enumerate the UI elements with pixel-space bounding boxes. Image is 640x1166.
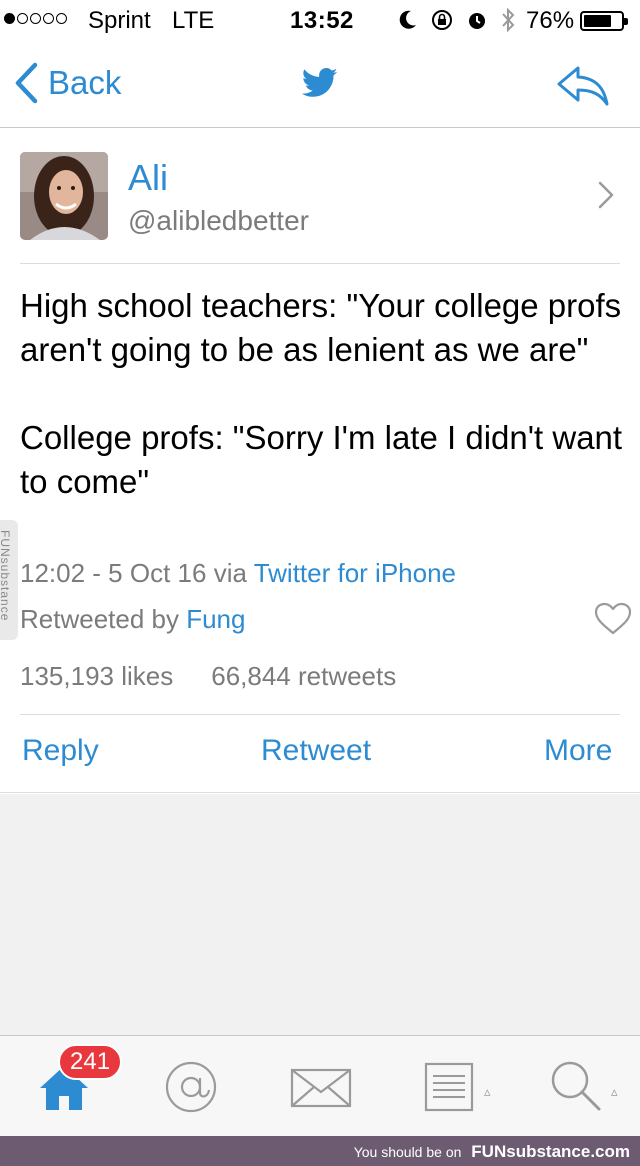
navigation-bar: Back: [0, 40, 640, 128]
tab-mentions[interactable]: [164, 1060, 218, 1119]
footer-brand: FUNsubstance.com: [471, 1142, 630, 1161]
footer-label: You should be on: [353, 1144, 462, 1160]
avatar[interactable]: [20, 152, 108, 240]
like-heart-icon[interactable]: [594, 602, 632, 641]
watermark-footer: You should be on FUNsubstance.com: [0, 1136, 640, 1166]
signal-strength-icon: [4, 13, 67, 24]
more-button[interactable]: More: [544, 734, 612, 768]
author-name: Ali: [128, 157, 169, 198]
likes-count[interactable]: 135,193 likes: [20, 661, 173, 692]
tab-bar: 241 ▵ ▵: [0, 1035, 640, 1136]
tab-messages[interactable]: [290, 1068, 352, 1113]
back-button[interactable]: Back: [14, 62, 121, 104]
tab-search[interactable]: [550, 1060, 602, 1117]
retweet-button[interactable]: Retweet: [261, 734, 371, 768]
alarm-icon: [466, 9, 488, 37]
tweet-source-link[interactable]: Twitter for iPhone: [254, 558, 456, 588]
retweeted-by-label: Retweeted by: [20, 604, 179, 634]
status-icons: [398, 7, 516, 39]
more-triangle-icon: ▵: [484, 1084, 491, 1099]
empty-content-area: [0, 794, 640, 1035]
battery-percent: 76%: [526, 7, 575, 34]
status-time: 13:52: [290, 7, 354, 34]
carrier-name: Sprint: [88, 7, 151, 34]
mentions-icon: [165, 1061, 217, 1113]
retweeter-link[interactable]: Fung: [186, 604, 245, 634]
lists-icon: [424, 1062, 474, 1112]
status-bar: Sprint LTE 13:52 76%: [0, 0, 640, 40]
chevron-left-icon: [15, 62, 38, 104]
via-label: via: [213, 558, 247, 588]
footer-text: You should be on FUNsubstance.com: [354, 1142, 630, 1162]
author-profile-row[interactable]: Ali @alibledbetter: [0, 129, 640, 264]
bluetooth-icon: [500, 7, 516, 39]
back-label: Back: [48, 64, 122, 101]
reply-button[interactable]: Reply: [22, 734, 99, 768]
notification-badge: 241: [58, 1044, 123, 1080]
battery-icon: [580, 11, 628, 31]
messages-icon: [290, 1068, 352, 1108]
tab-lists[interactable]: [424, 1062, 474, 1117]
watermark-side-text: FUNsubstance: [0, 530, 12, 622]
network-type: LTE: [172, 7, 215, 34]
more-triangle-icon: ▵: [611, 1084, 618, 1099]
tweet-timestamp: 12:02 - 5 Oct 16: [20, 558, 207, 588]
twitter-bird-icon: [301, 68, 338, 103]
divider: [20, 263, 620, 264]
author-handle: @alibledbetter: [128, 205, 309, 236]
rotation-lock-icon: [430, 8, 454, 38]
retweeted-by: Retweeted by Fung: [20, 604, 245, 635]
retweets-count[interactable]: 66,844 retweets: [211, 661, 396, 692]
tweet-detail-screen: Sprint LTE 13:52 76% Back Ali @alibledbe…: [0, 0, 640, 1166]
reply-icon[interactable]: [556, 64, 610, 111]
tweet-meta: 12:02 - 5 Oct 16 via Twitter for iPhone: [20, 558, 456, 589]
moon-icon: [398, 9, 418, 37]
tweet-stats: 135,193 likes 66,844 retweets: [20, 661, 396, 692]
chevron-right-icon: [598, 181, 614, 214]
tweet-actions: Reply Retweet More: [0, 715, 640, 793]
tweet-text: High school teachers: "Your college prof…: [20, 287, 623, 500]
search-icon: [551, 1061, 601, 1111]
